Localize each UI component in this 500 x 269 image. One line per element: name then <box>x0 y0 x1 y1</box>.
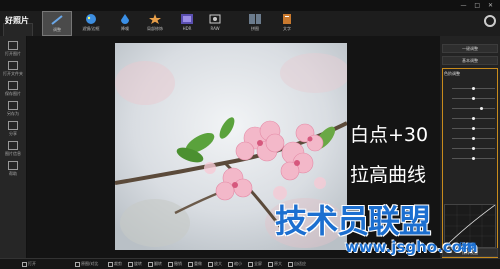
sidebar-item-save[interactable]: 保存图片 <box>2 80 24 98</box>
share-icon <box>8 121 18 130</box>
redo-icon <box>188 261 193 267</box>
tool-hdr[interactable]: HDR <box>172 11 202 36</box>
status-open[interactable]: 打开 <box>22 260 36 268</box>
tool-adjust[interactable]: 调整 <box>42 11 72 36</box>
status-crop[interactable]: 裁剪 <box>108 260 122 268</box>
slider-knob[interactable] <box>472 127 475 130</box>
title-bar: — □ ✕ <box>0 0 500 11</box>
raw-icon <box>209 14 221 24</box>
slider-knob[interactable] <box>472 147 475 150</box>
drop-icon <box>121 14 129 24</box>
one-click-adjust-button[interactable]: 一键调整 <box>442 44 498 53</box>
fullscreen-icon <box>248 261 253 267</box>
hdr-icon <box>181 14 193 24</box>
sidebar-item-save-as[interactable]: 另存为 <box>2 100 24 118</box>
right-panel: 一键调整 基本调整 色阶调整 保存设置 <box>440 36 500 258</box>
tool-label: 文字 <box>283 26 291 31</box>
flip-icon <box>148 261 153 267</box>
tool-filter[interactable]: 滤镜/边框 <box>76 11 106 36</box>
annotation-raise-curve: 拉高曲线 <box>350 164 427 186</box>
sidebar-item-open-folder[interactable]: 打开文件夹 <box>2 60 24 78</box>
slider-knob[interactable] <box>472 87 475 90</box>
fit-icon <box>288 261 293 267</box>
window-controls[interactable]: — □ ✕ <box>460 2 496 9</box>
slider-knob[interactable] <box>480 107 483 110</box>
crop-icon <box>108 261 113 267</box>
palette-icon <box>86 14 96 24</box>
tool-text[interactable]: 文字 <box>272 11 302 36</box>
top-toolbar: 好照片 调整 滤镜/边框 降噪 局部修饰 HDR RAW 拼图 文字 <box>0 11 500 38</box>
status-undo[interactable]: 撤销 <box>168 260 182 268</box>
levels-slider[interactable] <box>452 107 495 110</box>
save-icon <box>8 81 18 90</box>
sidebar-item-info[interactable]: 图片信息 <box>2 140 24 158</box>
watermark-logo: 技术员联盟 <box>275 202 431 240</box>
app-logo: 好照片 <box>5 16 29 25</box>
status-redo[interactable]: 重做 <box>188 260 202 268</box>
status-zoom-in[interactable]: 放大 <box>208 260 222 268</box>
help-icon <box>8 161 18 170</box>
basic-adjust-button[interactable]: 基本调整 <box>442 56 498 65</box>
open-icon <box>22 261 27 267</box>
tool-raw[interactable]: RAW <box>200 11 230 36</box>
actual-size-icon <box>268 261 273 267</box>
levels-slider[interactable] <box>452 97 495 100</box>
annotation-white-point: 白点+30 <box>350 124 429 146</box>
rotate-icon <box>128 261 133 267</box>
levels-slider[interactable] <box>452 157 495 160</box>
status-rotate[interactable]: 旋转 <box>128 260 142 268</box>
levels-slider[interactable] <box>452 87 495 90</box>
tool-label: 滤镜/边框 <box>82 26 100 31</box>
tool-label: 拼图 <box>251 26 259 31</box>
folder-open-icon <box>8 61 18 70</box>
sidebar-item-open[interactable]: 打开图片 <box>2 40 24 58</box>
status-zoom-out[interactable]: 缩小 <box>228 260 242 268</box>
tool-label: HDR <box>182 26 192 31</box>
slider-knob[interactable] <box>472 157 475 160</box>
slider-knob[interactable] <box>472 97 475 100</box>
sidebar-item-help[interactable]: 帮助 <box>2 160 24 178</box>
tool-collage[interactable]: 拼图 <box>240 11 270 36</box>
status-fullscreen[interactable]: 全屏 <box>248 260 262 268</box>
status-flip[interactable]: 翻转 <box>148 260 162 268</box>
tool-label: 降噪 <box>121 26 129 31</box>
tool-label: RAW <box>210 26 220 31</box>
slider-knob[interactable] <box>472 137 475 140</box>
brush-icon <box>51 15 63 25</box>
save-as-icon <box>8 101 18 110</box>
folder-icon <box>8 41 18 50</box>
levels-slider[interactable] <box>452 147 495 150</box>
compare-icon <box>75 261 80 267</box>
tool-denoise[interactable]: 降噪 <box>110 11 140 36</box>
text-icon <box>283 14 291 24</box>
status-actual-size[interactable]: 原大 <box>268 260 282 268</box>
status-fit[interactable]: 自适应 <box>288 260 306 268</box>
levels-panel-title: 色阶调整 <box>444 71 460 76</box>
watermark-corner: 华网 <box>458 243 477 253</box>
sidebar-item-share[interactable]: 分享 <box>2 120 24 138</box>
slider-knob[interactable] <box>472 117 475 120</box>
bottom-status-bar: 打开 原图/对比 裁剪 旋转 翻转 撤销 重做 放大 缩小 全屏 原大 自适应 <box>0 258 500 269</box>
collage-icon <box>249 14 261 24</box>
undo-icon <box>168 261 173 267</box>
levels-slider[interactable] <box>452 117 495 120</box>
zoom-out-icon <box>228 261 233 267</box>
left-sidebar: 打开图片 打开文件夹 保存图片 另存为 分享 图片信息 帮助 <box>0 36 27 258</box>
zoom-in-icon <box>208 261 213 267</box>
tool-label: 局部修饰 <box>147 26 163 31</box>
status-compare[interactable]: 原图/对比 <box>75 260 98 268</box>
levels-slider[interactable] <box>452 127 495 130</box>
settings-gear-icon[interactable] <box>484 15 496 27</box>
star-icon <box>149 14 161 24</box>
tool-local-retouch[interactable]: 局部修饰 <box>140 11 170 36</box>
levels-slider[interactable] <box>452 137 495 140</box>
info-icon <box>8 141 18 150</box>
tool-label: 调整 <box>53 27 61 32</box>
